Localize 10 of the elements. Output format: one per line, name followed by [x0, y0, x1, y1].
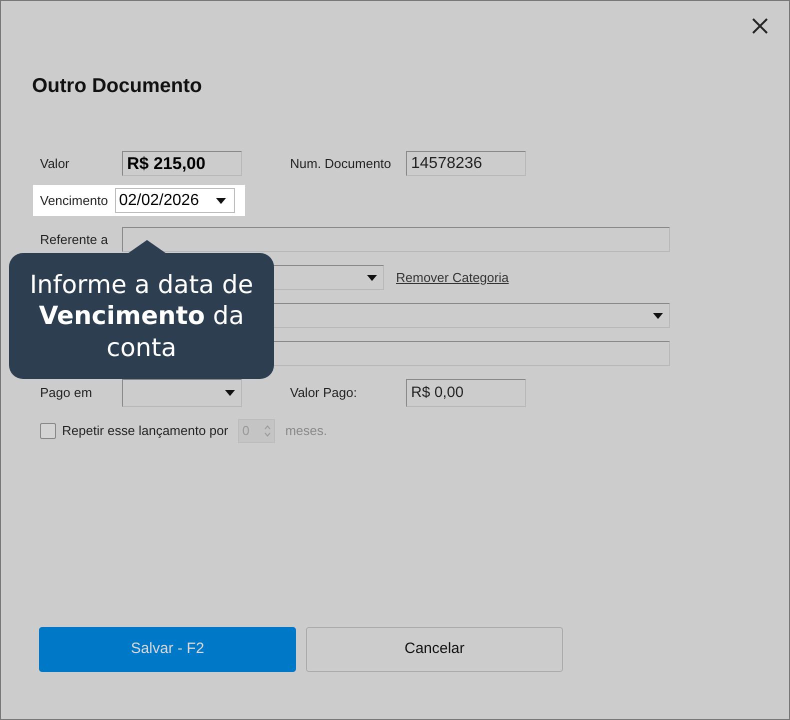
field-label: Valor Pago: [290, 384, 358, 402]
field-label: Pago em [40, 384, 94, 402]
dialog-title: Outro Documento [32, 74, 203, 99]
unit-label: meses. [285, 422, 328, 440]
tooltip: Informe a data de Vencimento da conta [9, 253, 274, 379]
field-label: Valor [40, 154, 70, 173]
field-label: Referente a [40, 230, 109, 249]
field-label: Vencimento [40, 192, 109, 210]
field-label: Num. Documento [290, 154, 392, 173]
checkbox-label: Repetir esse lançamento por [62, 422, 228, 440]
